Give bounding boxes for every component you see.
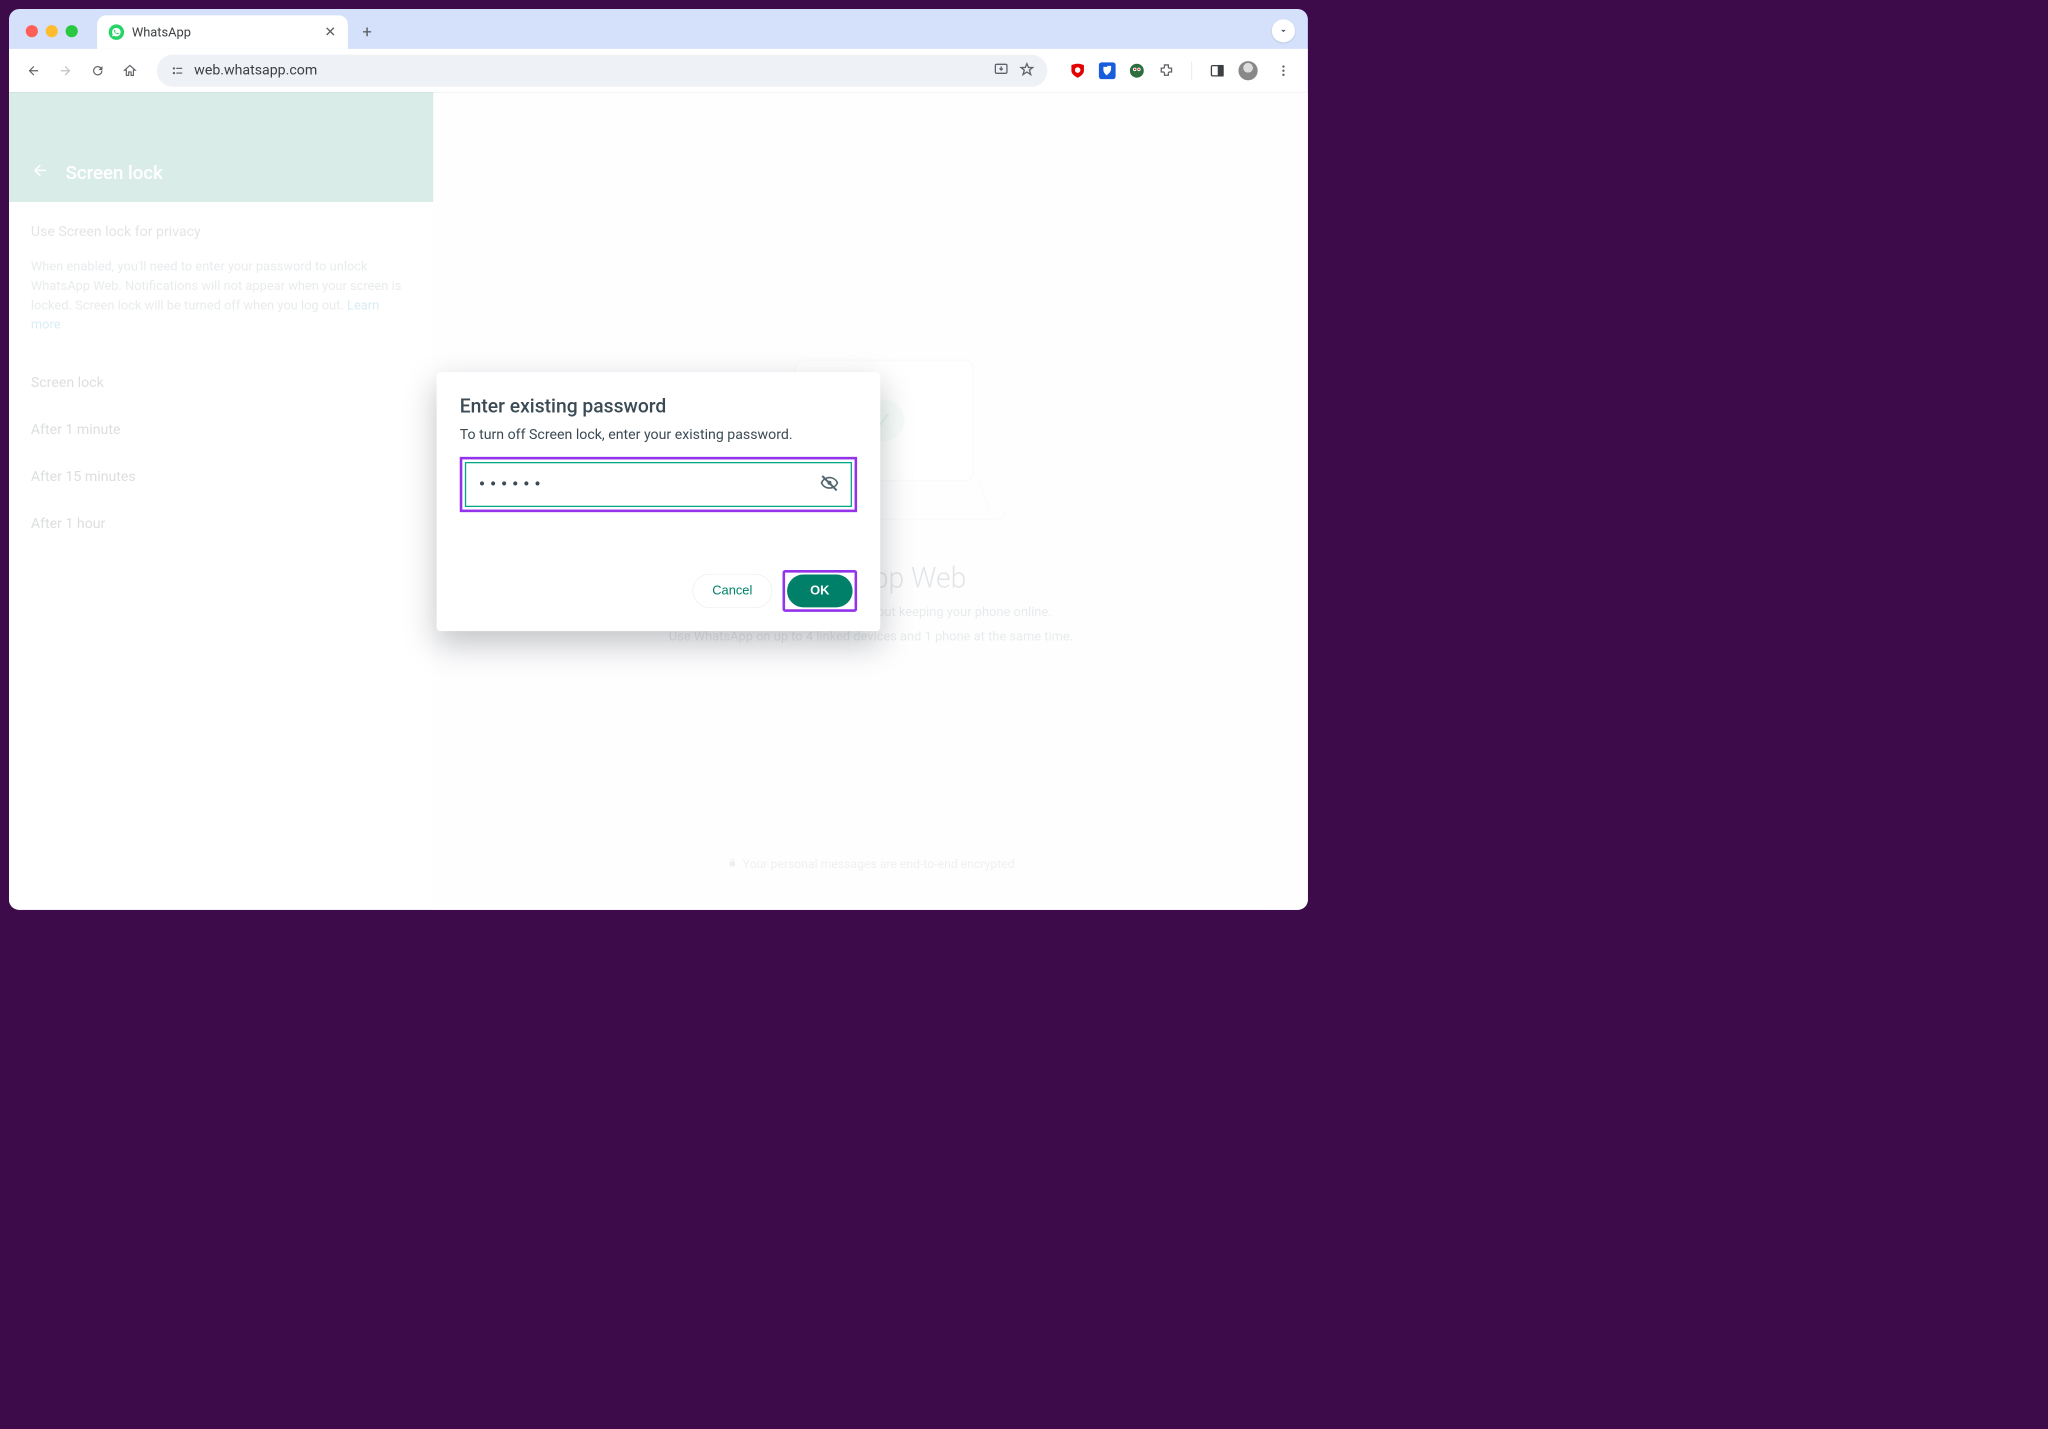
address-bar[interactable]: web.whatsapp.com [157, 54, 1048, 86]
ok-button[interactable]: OK [787, 574, 853, 607]
cancel-button[interactable]: Cancel [692, 574, 772, 608]
url-text: web.whatsapp.com [194, 62, 984, 78]
nav-back-button[interactable] [21, 58, 47, 84]
browser-tab[interactable]: WhatsApp ✕ [97, 15, 348, 48]
modal-description: To turn off Screen lock, enter your exis… [460, 426, 857, 442]
extensions-menu-icon[interactable] [1158, 62, 1175, 79]
window-close-button[interactable] [26, 25, 38, 37]
toolbar-divider [1191, 61, 1192, 79]
nav-forward-button[interactable] [53, 58, 79, 84]
extension-icons [1069, 58, 1296, 84]
password-field-highlight: •••••• [460, 457, 857, 512]
ublock-icon[interactable] [1069, 62, 1086, 79]
page-content: Screen lock Use Screen lock for privacy … [9, 93, 1308, 910]
modal-actions: Cancel OK [460, 570, 857, 612]
bitwarden-icon[interactable] [1099, 62, 1116, 79]
ok-button-highlight: OK [783, 570, 858, 612]
modal-title: Enter existing password [460, 395, 857, 418]
window-controls [26, 25, 78, 37]
browser-toolbar: web.whatsapp.com [9, 49, 1308, 93]
tab-close-button[interactable]: ✕ [324, 24, 336, 40]
toggle-visibility-icon[interactable] [820, 473, 839, 495]
whatsapp-favicon-icon [109, 24, 124, 39]
password-modal: Enter existing password To turn off Scre… [437, 372, 881, 631]
bookmark-star-icon[interactable] [1019, 61, 1034, 79]
install-app-icon[interactable] [993, 61, 1008, 79]
nav-reload-button[interactable] [85, 58, 111, 84]
extension-3-icon[interactable] [1128, 62, 1145, 79]
profile-avatar[interactable] [1238, 61, 1257, 80]
tab-overflow-button[interactable] [1272, 19, 1295, 42]
tab-strip: WhatsApp ✕ + [9, 9, 1308, 49]
nav-home-button[interactable] [117, 58, 143, 84]
side-panel-icon[interactable] [1209, 62, 1226, 79]
password-value: •••••• [478, 476, 812, 492]
browser-menu-button[interactable] [1271, 58, 1297, 84]
password-input[interactable]: •••••• [465, 462, 852, 507]
tab-title: WhatsApp [132, 24, 317, 39]
window-maximize-button[interactable] [66, 25, 78, 37]
site-info-icon[interactable] [170, 63, 185, 78]
browser-window: WhatsApp ✕ + web.whatsapp.com [9, 9, 1308, 910]
new-tab-button[interactable]: + [354, 19, 380, 45]
window-minimize-button[interactable] [46, 25, 58, 37]
